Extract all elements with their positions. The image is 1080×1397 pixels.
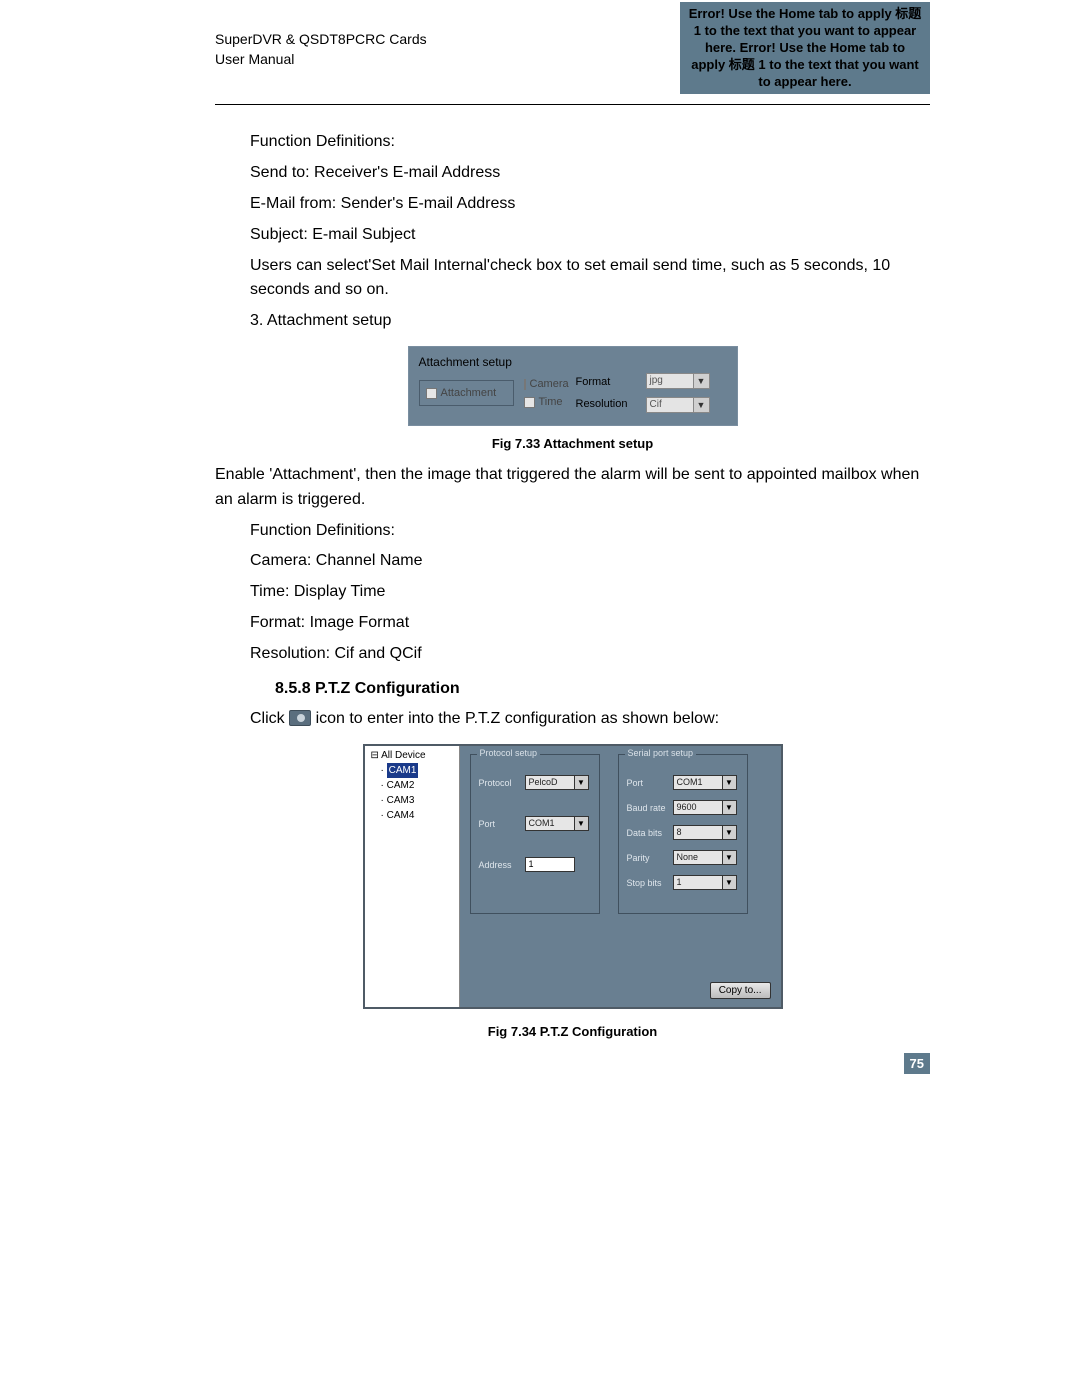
port-left-label: Port — [479, 819, 519, 829]
header-subtitle: User Manual — [215, 50, 427, 70]
camera-checkbox[interactable]: Camera — [524, 378, 566, 390]
serial-group-legend: Serial port setup — [625, 748, 697, 758]
chevron-down-icon: ▼ — [723, 850, 737, 865]
serial-port-setup-group: Serial port setup Port COM1 ▼ Baud rate — [618, 754, 748, 914]
header-title: SuperDVR & QSDT8PCRC Cards — [215, 30, 427, 50]
protocol-label: Protocol — [479, 778, 519, 788]
parity-label: Parity — [627, 853, 667, 863]
figure-7-34-caption: Fig 7.34 P.T.Z Configuration — [215, 1024, 930, 1039]
copy-to-button[interactable]: Copy to... — [710, 982, 771, 999]
ptz-icon[interactable] — [289, 710, 311, 726]
chevron-down-icon: ▼ — [694, 397, 710, 413]
section-heading-858: 8.5.8 P.T.Z Configuration — [275, 677, 930, 702]
para-setmail: Users can select'Set Mail Internal'check… — [250, 254, 930, 304]
para-enable-attachment: Enable 'Attachment', then the image that… — [215, 463, 930, 513]
header-error-box: Error! Use the Home tab to apply 标题 1 to… — [680, 2, 930, 94]
chevron-down-icon: ▼ — [694, 373, 710, 389]
protocol-select[interactable]: PelcoD ▼ — [525, 775, 589, 790]
address-label: Address — [479, 860, 519, 870]
para-subject: Subject: E-mail Subject — [250, 223, 930, 248]
chevron-down-icon: ▼ — [575, 816, 589, 831]
figure-7-34: ⊟ All Device · CAM1 · CAM2 · CAM3 · CAM4… — [215, 744, 930, 1014]
page-header: SuperDVR & QSDT8PCRC Cards User Manual E… — [215, 30, 930, 105]
figure-7-33-caption: Fig 7.33 Attachment setup — [215, 436, 930, 451]
format-select[interactable]: jpg ▼ — [646, 373, 710, 389]
chevron-down-icon: ▼ — [723, 825, 737, 840]
parity-select[interactable]: None ▼ — [673, 850, 737, 865]
header-left: SuperDVR & QSDT8PCRC Cards User Manual — [215, 30, 427, 69]
figure-7-33: Attachment setup Attachment Camera — [215, 346, 930, 426]
address-input[interactable]: 1 — [525, 857, 575, 872]
para-camera: Camera: Channel Name — [250, 549, 930, 574]
para-function-defs: Function Definitions: — [250, 130, 930, 155]
page-number: 75 — [904, 1053, 930, 1074]
time-checkbox[interactable]: Time — [524, 396, 566, 408]
click-text-before: Click — [250, 710, 289, 727]
tree-item-cam2[interactable]: · CAM2 — [381, 778, 453, 793]
chevron-down-icon: ▼ — [575, 775, 589, 790]
protocol-group-legend: Protocol setup — [477, 748, 541, 758]
format-value: jpg — [646, 373, 694, 389]
resolution-label: Resolution — [576, 398, 636, 410]
baud-select[interactable]: 9600 ▼ — [673, 800, 737, 815]
tree-item-cam4[interactable]: · CAM4 — [381, 808, 453, 823]
para-attachment-setup: 3. Attachment setup — [250, 309, 930, 334]
resolution-value: Cif — [646, 397, 694, 413]
tree-root[interactable]: ⊟ All Device — [371, 750, 453, 761]
checkbox-icon — [524, 379, 526, 390]
port-right-select[interactable]: COM1 ▼ — [673, 775, 737, 790]
chevron-down-icon: ▼ — [723, 775, 737, 790]
page-number-box: 75 — [215, 1053, 930, 1074]
camera-label: Camera — [530, 378, 569, 390]
attachment-checkbox[interactable]: Attachment — [426, 387, 507, 399]
stopbits-label: Stop bits — [627, 878, 667, 888]
checkbox-icon — [524, 397, 535, 408]
databits-label: Data bits — [627, 828, 667, 838]
format-label: Format — [576, 376, 636, 388]
chevron-down-icon: ▼ — [723, 875, 737, 890]
port-left-select[interactable]: COM1 ▼ — [525, 816, 589, 831]
para-format: Format: Image Format — [250, 611, 930, 636]
baud-label: Baud rate — [627, 803, 667, 813]
click-text-after: icon to enter into the P.T.Z configurati… — [316, 710, 720, 727]
ptz-config-panel: ⊟ All Device · CAM1 · CAM2 · CAM3 · CAM4… — [363, 744, 783, 1009]
port-right-label: Port — [627, 778, 667, 788]
device-tree: ⊟ All Device · CAM1 · CAM2 · CAM3 · CAM4 — [365, 746, 460, 1007]
checkbox-icon — [426, 388, 437, 399]
main-content: Function Definitions: Send to: Receiver'… — [215, 130, 930, 1074]
databits-select[interactable]: 8 ▼ — [673, 825, 737, 840]
tree-item-cam1[interactable]: · CAM1 — [381, 763, 453, 778]
time-label: Time — [539, 396, 563, 408]
para-click-icon: Click icon to enter into the P.T.Z confi… — [250, 707, 930, 732]
para-time: Time: Display Time — [250, 580, 930, 605]
para-emailfrom: E-Mail from: Sender's E-mail Address — [250, 192, 930, 217]
tree-item-cam3[interactable]: · CAM3 — [381, 793, 453, 808]
attachment-label: Attachment — [441, 387, 497, 399]
attachment-panel-title: Attachment setup — [419, 355, 727, 369]
attachment-setup-panel: Attachment setup Attachment Camera — [408, 346, 738, 426]
resolution-select[interactable]: Cif ▼ — [646, 397, 710, 413]
para-function-defs-2: Function Definitions: — [250, 519, 930, 544]
stopbits-select[interactable]: 1 ▼ — [673, 875, 737, 890]
para-resolution: Resolution: Cif and QCif — [250, 642, 930, 667]
ptz-body: Protocol setup Protocol PelcoD ▼ Port CO — [460, 746, 781, 1007]
chevron-down-icon: ▼ — [723, 800, 737, 815]
para-sendto: Send to: Receiver's E-mail Address — [250, 161, 930, 186]
protocol-setup-group: Protocol setup Protocol PelcoD ▼ Port CO — [470, 754, 600, 914]
